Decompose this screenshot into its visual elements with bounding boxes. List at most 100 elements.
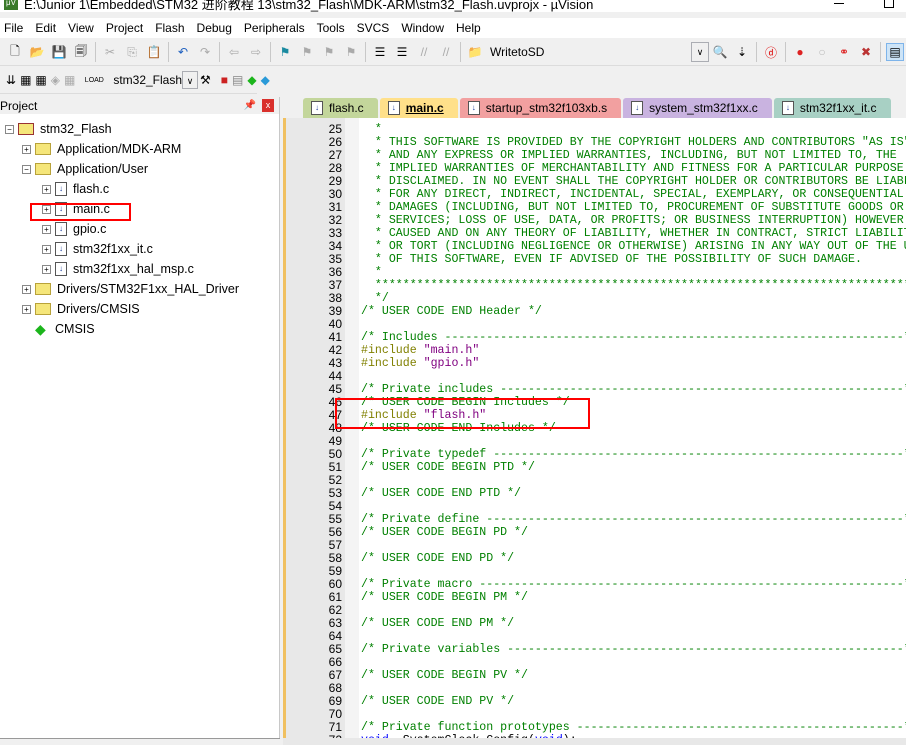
debug-icon[interactable]: ⓓ bbox=[762, 43, 780, 61]
manage-project-items-icon[interactable]: ■ bbox=[221, 71, 228, 89]
expand-icon[interactable]: + bbox=[42, 264, 51, 274]
stop-build-icon[interactable]: ▦ bbox=[64, 71, 75, 89]
horizontal-scrollbar[interactable] bbox=[283, 738, 906, 745]
menu-svcs[interactable]: SVCS bbox=[353, 21, 398, 35]
maximize-button[interactable] bbox=[884, 0, 894, 8]
tab-main-c[interactable]: ↓ main.c bbox=[379, 98, 458, 118]
new-file-icon[interactable]: 🗋 bbox=[6, 43, 24, 61]
tree-item-label: Application/MDK-ARM bbox=[57, 142, 182, 156]
menu-window[interactable]: Window bbox=[397, 21, 452, 35]
breakpoint-icon[interactable]: ● bbox=[791, 43, 809, 61]
find-combo-dropdown[interactable]: ∨ bbox=[691, 42, 709, 62]
tree-item-label: stm32f1xx_it.c bbox=[73, 242, 153, 256]
tree-root[interactable]: − stm32_Flash bbox=[0, 119, 279, 139]
find-combo-value[interactable]: WritetoSD bbox=[486, 45, 616, 59]
expand-icon[interactable]: + bbox=[22, 144, 31, 154]
pin-icon[interactable]: 📌 bbox=[244, 100, 256, 111]
code-editor[interactable]: 25 * 26 * THIS SOFTWARE IS PROVIDED BY TH… bbox=[283, 118, 906, 738]
tab-startup-stm32f103xb-s[interactable]: ↓ startup_stm32f103xb.s bbox=[459, 98, 622, 118]
bookmark-icon[interactable]: ⚑ bbox=[276, 43, 294, 61]
line-text: /* USER CODE END PD */ bbox=[342, 552, 514, 565]
translate-icon[interactable]: ⇊ bbox=[6, 71, 16, 89]
code-line: 67/* USER CODE BEGIN PV */ bbox=[286, 669, 906, 683]
build-icon[interactable]: ▦ bbox=[20, 71, 31, 89]
menu-edit[interactable]: Edit bbox=[31, 21, 64, 35]
save-icon[interactable]: 💾 bbox=[50, 43, 68, 61]
tree-item[interactable]: − Application/User bbox=[0, 159, 279, 179]
cut-icon[interactable]: ✂ bbox=[101, 43, 119, 61]
next-bookmark-icon[interactable]: ⚑ bbox=[320, 43, 338, 61]
tree-item[interactable]: + Application/MDK-ARM bbox=[0, 139, 279, 159]
target-options-icon[interactable]: ⚒ bbox=[200, 71, 211, 89]
code-line: 70 bbox=[286, 708, 906, 721]
menu-flash[interactable]: Flash bbox=[151, 21, 192, 35]
manage-rte-icon[interactable]: ◆ bbox=[247, 71, 256, 89]
open-file-icon[interactable]: 📂 bbox=[28, 43, 46, 61]
paste-icon[interactable]: 📋 bbox=[145, 43, 163, 61]
tree-item[interactable]: + ↓ stm32f1xx_hal_msp.c bbox=[0, 259, 279, 279]
expand-icon[interactable]: + bbox=[42, 184, 51, 194]
tree-item[interactable]: + ↓ gpio.c bbox=[0, 219, 279, 239]
uncomment-icon[interactable]: // bbox=[437, 43, 455, 61]
redo-icon[interactable]: ↷ bbox=[196, 43, 214, 61]
tree-item[interactable]: ◆ CMSIS bbox=[0, 319, 279, 339]
code-line: 61/* USER CODE BEGIN PM */ bbox=[286, 591, 906, 605]
expand-icon[interactable]: + bbox=[42, 244, 51, 254]
menu-debug[interactable]: Debug bbox=[193, 21, 240, 35]
menu-file[interactable]: File bbox=[0, 21, 31, 35]
find-icon[interactable]: 🔍 bbox=[711, 43, 729, 61]
incremental-find-icon[interactable]: ⇣ bbox=[733, 43, 751, 61]
batch-build-icon[interactable]: ◈ bbox=[51, 71, 60, 89]
menu-help[interactable]: Help bbox=[452, 21, 489, 35]
window-layout-icon[interactable]: ▤ bbox=[886, 43, 904, 61]
chevron-down-icon[interactable]: ∨ bbox=[182, 71, 199, 89]
collapse-icon[interactable]: − bbox=[5, 124, 14, 134]
expand-icon[interactable]: + bbox=[42, 204, 51, 214]
code-line: 52 bbox=[286, 474, 906, 487]
nav-forward-icon[interactable]: ⇨ bbox=[247, 43, 265, 61]
tree-item[interactable]: + ↓ flash.c bbox=[0, 179, 279, 199]
menu-project[interactable]: Project bbox=[102, 21, 151, 35]
indent-icon[interactable]: ☰ bbox=[371, 43, 389, 61]
disable-breakpoint-icon[interactable]: ○ bbox=[813, 43, 831, 61]
code-line: 66 bbox=[286, 656, 906, 669]
tab-stm32f1xx-it-c[interactable]: ↓ stm32f1xx_it.c bbox=[773, 98, 891, 118]
copy-icon[interactable]: ⎘ bbox=[123, 43, 141, 61]
tab-flash-c[interactable]: ↓ flash.c bbox=[303, 98, 378, 118]
menu-tools[interactable]: Tools bbox=[313, 21, 353, 35]
tab-system-stm32f1xx-c[interactable]: ↓ system_stm32f1xx.c bbox=[623, 98, 772, 118]
minimize-button[interactable] bbox=[834, 3, 844, 4]
save-all-icon[interactable]: 🗐 bbox=[72, 43, 90, 61]
toolbar-main: 🗋 📂 💾 🗐 ✂ ⎘ 📋 ↶ ↷ ⇦ ⇨ ⚑ ⚑ ⚑ ⚑ ☰ ☰ // // … bbox=[0, 39, 906, 66]
menu-peripherals[interactable]: Peripherals bbox=[240, 21, 313, 35]
line-text: * OR TORT (INCLUDING NEGLIGENCE OR OTHER… bbox=[342, 240, 906, 253]
close-icon[interactable]: x bbox=[262, 99, 274, 112]
select-packs-icon[interactable]: ▤ bbox=[232, 71, 243, 89]
clear-bookmarks-icon[interactable]: ⚑ bbox=[342, 43, 360, 61]
undo-icon[interactable]: ↶ bbox=[174, 43, 192, 61]
line-text: /* USER CODE BEGIN Includes */ bbox=[342, 396, 570, 409]
comment-icon[interactable]: // bbox=[415, 43, 433, 61]
tree-item[interactable]: + Drivers/STM32F1xx_HAL_Driver bbox=[0, 279, 279, 299]
tree-item[interactable]: + ↓ stm32f1xx_it.c bbox=[0, 239, 279, 259]
nav-back-icon[interactable]: ⇦ bbox=[225, 43, 243, 61]
event-recorder-icon[interactable]: ◆ bbox=[261, 71, 270, 89]
tree-item-label: gpio.c bbox=[73, 222, 107, 236]
prev-bookmark-icon[interactable]: ⚑ bbox=[298, 43, 316, 61]
disable-all-breakpoints-icon[interactable]: ⚭ bbox=[835, 43, 853, 61]
target-select[interactable]: stm32_Flash ∨ bbox=[109, 70, 199, 90]
rebuild-icon[interactable]: ▦ bbox=[35, 71, 46, 89]
menu-view[interactable]: View bbox=[64, 21, 102, 35]
tree-item[interactable]: + Drivers/CMSIS bbox=[0, 299, 279, 319]
kill-breakpoints-icon[interactable]: ✖ bbox=[857, 43, 875, 61]
unindent-icon[interactable]: ☰ bbox=[393, 43, 411, 61]
project-panel-header: Project 📌 x bbox=[0, 97, 279, 114]
expand-icon[interactable]: + bbox=[22, 284, 31, 294]
line-text bbox=[342, 682, 361, 695]
tree-item[interactable]: + ↓ main.c bbox=[0, 199, 279, 219]
expand-icon[interactable]: + bbox=[42, 224, 51, 234]
expand-icon[interactable]: + bbox=[22, 304, 31, 314]
collapse-icon[interactable]: − bbox=[22, 164, 31, 174]
find-in-files-icon[interactable]: 📁 bbox=[466, 43, 484, 61]
load-download-icon[interactable]: LOAD bbox=[85, 71, 104, 89]
